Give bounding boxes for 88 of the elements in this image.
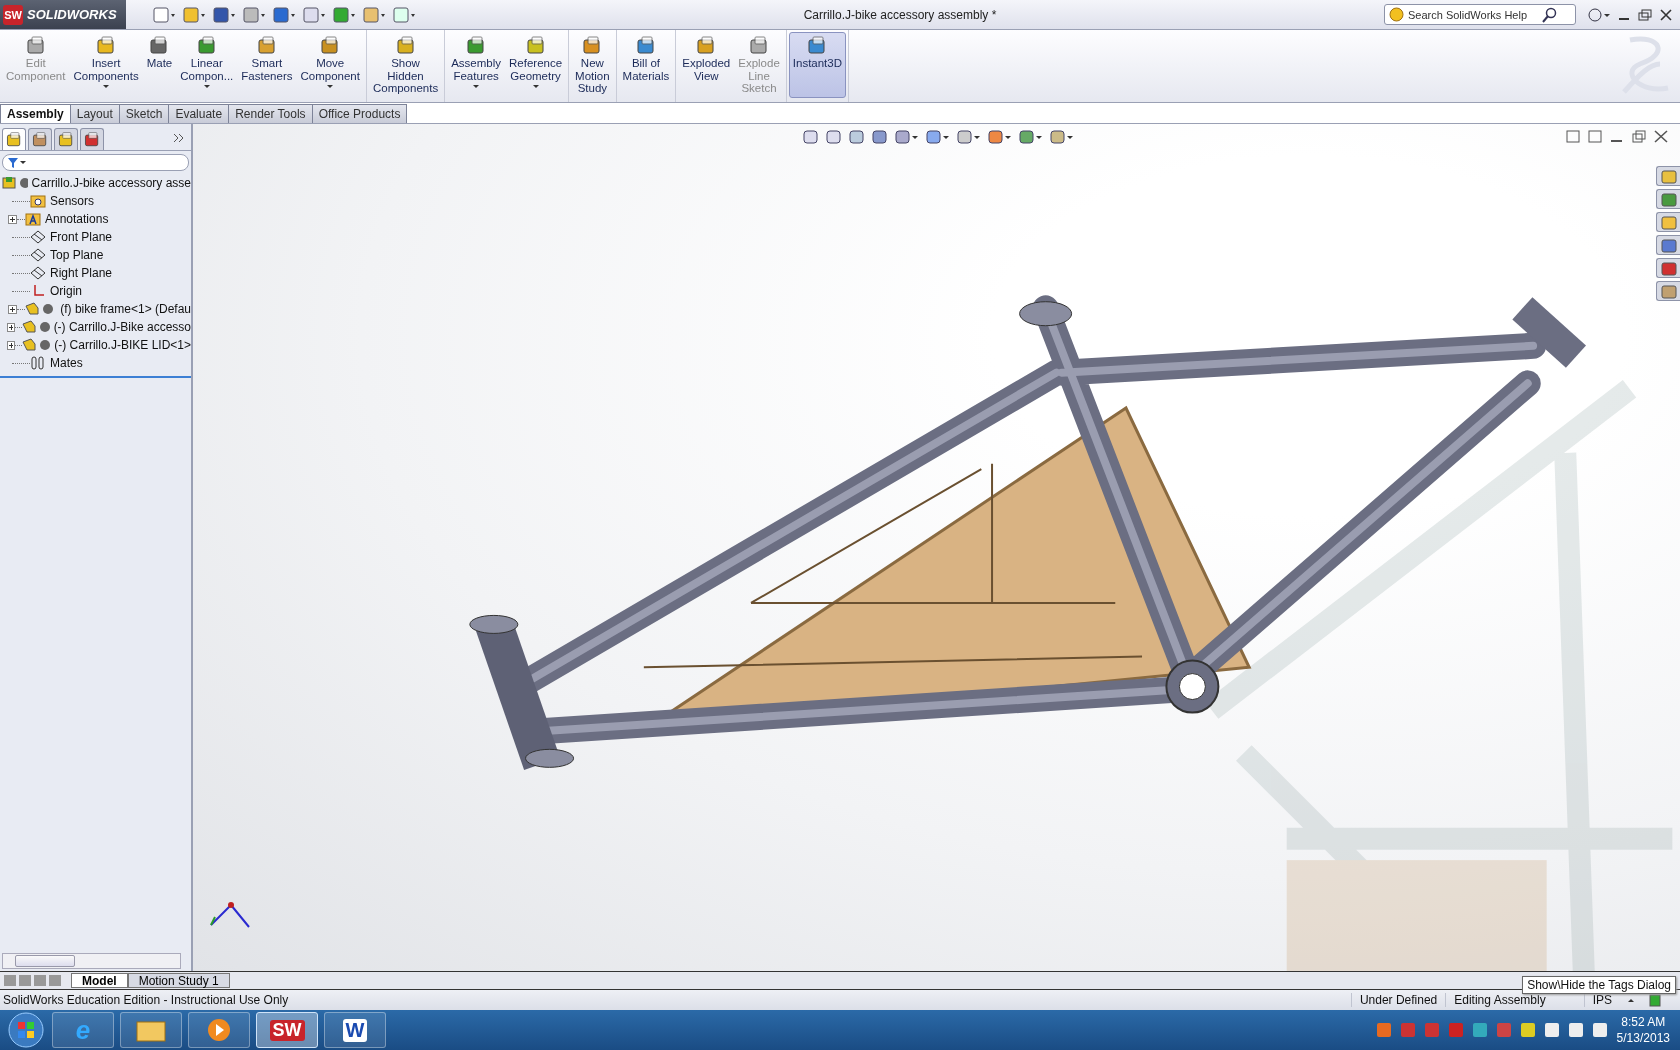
status-message: SolidWorks Education Edition - Instructional Use Only xyxy=(3,993,289,1007)
filter-icon[interactable] xyxy=(7,156,27,169)
panel-tab[interactable] xyxy=(2,128,26,150)
start-button-icon[interactable] xyxy=(6,1010,46,1050)
ribbon-button[interactable]: Bill of Materials xyxy=(618,32,674,98)
tree-item[interactable]: Mates xyxy=(50,356,83,370)
tree-item[interactable]: Top Plane xyxy=(50,248,104,262)
clock[interactable]: 8:52 AM 5/13/2013 xyxy=(1616,1014,1670,1046)
panel-tab[interactable] xyxy=(28,128,52,150)
ribbon-button[interactable]: New Motion Study xyxy=(571,32,614,98)
clock-date: 5/13/2013 xyxy=(1616,1030,1670,1046)
close-icon[interactable] xyxy=(1654,130,1668,143)
tray-icon[interactable] xyxy=(1566,1021,1585,1039)
ribbon-button[interactable]: Exploded View xyxy=(678,32,735,98)
model-tab[interactable]: Motion Study 1 xyxy=(127,973,230,988)
word-logo: W xyxy=(342,1018,368,1042)
logo-text: SOLIDWORKS xyxy=(27,7,117,22)
browser-logo: e xyxy=(74,1014,92,1046)
solidworks-logo: SW xyxy=(269,1019,305,1041)
expand-toggle[interactable] xyxy=(8,214,17,224)
status-state: Under Defined xyxy=(1350,993,1446,1007)
command-tab[interactable]: Office Products xyxy=(311,104,408,123)
taskbar-app[interactable]: W xyxy=(324,1012,386,1048)
expand-chevron-icon[interactable] xyxy=(173,132,185,144)
assembly-icon xyxy=(1,176,28,190)
panel-tab[interactable] xyxy=(80,128,104,150)
filter-field[interactable] xyxy=(2,154,189,171)
document-title: Carrillo.J-bike accessory assembly * xyxy=(802,7,998,22)
command-tab[interactable]: Evaluate xyxy=(168,104,230,123)
tree-item[interactable]: Origin xyxy=(50,284,82,298)
expand-toggle[interactable] xyxy=(6,322,15,332)
tree-item[interactable]: Front Plane xyxy=(50,230,113,244)
tree-item[interactable]: Sensors xyxy=(50,194,95,208)
expand-toggle[interactable] xyxy=(7,304,17,314)
ribbon-button[interactable]: Assembly Features xyxy=(447,32,505,98)
restore-icon[interactable] xyxy=(1638,8,1652,21)
tray-icon[interactable] xyxy=(1518,1021,1537,1039)
search-icon[interactable] xyxy=(1542,6,1558,23)
task-pane-tab[interactable] xyxy=(1656,235,1680,255)
ribbon-button[interactable]: Reference Geometry xyxy=(505,32,567,98)
part-icon xyxy=(21,320,50,334)
ribbon-button[interactable]: Mate xyxy=(142,32,177,98)
command-tab[interactable]: Layout xyxy=(69,104,120,123)
command-tab[interactable]: Assembly xyxy=(0,104,71,123)
plane-icon xyxy=(30,266,46,280)
panel-tab[interactable] xyxy=(54,128,78,150)
taskbar-app[interactable] xyxy=(120,1012,182,1048)
ribbon-button[interactable]: Instant3D xyxy=(788,32,847,98)
task-pane-tab[interactable] xyxy=(1656,166,1680,186)
taskbar-app[interactable]: SW xyxy=(256,1012,318,1048)
clock-time: 8:52 AM xyxy=(1621,1014,1666,1030)
restore-icon[interactable] xyxy=(1632,130,1646,143)
ribbon-button[interactable]: Show Hidden Components xyxy=(368,32,443,98)
plane-icon xyxy=(30,230,46,244)
horizontal-scrollbar[interactable] xyxy=(2,953,181,969)
search-box[interactable]: Search SolidWorks Help xyxy=(1384,4,1576,25)
ribbon-button[interactable]: Linear Compon... xyxy=(176,32,238,98)
task-pane-tab[interactable] xyxy=(1656,281,1680,301)
ribbon-button[interactable]: Smart Fasteners xyxy=(237,32,297,98)
tree-item[interactable]: Carrillo.J-bike accessory asse xyxy=(31,176,191,190)
ribbon-button[interactable]: Move Component xyxy=(296,32,364,98)
expand-toggle[interactable] xyxy=(7,340,16,350)
tray-icon[interactable] xyxy=(1542,1021,1561,1039)
tree-item[interactable]: (f) bike frame<1> (Defau xyxy=(60,302,191,316)
task-pane-tab[interactable] xyxy=(1656,258,1680,278)
task-pane-tab[interactable] xyxy=(1656,189,1680,209)
command-tab[interactable]: Sketch xyxy=(118,104,170,123)
ribbon-button[interactable]: Insert Components xyxy=(69,32,143,98)
tray-icon[interactable] xyxy=(1590,1021,1609,1039)
play-icon xyxy=(205,1016,233,1044)
taskbar-app[interactable] xyxy=(188,1012,250,1048)
command-tab[interactable]: Render Tools xyxy=(228,104,313,123)
tray-icon[interactable] xyxy=(1470,1021,1489,1039)
tile-right-icon[interactable] xyxy=(1588,130,1602,143)
close-icon[interactable] xyxy=(1660,8,1672,21)
mates-icon xyxy=(30,356,46,370)
model-tab[interactable]: Model xyxy=(71,973,128,988)
tile-left-icon[interactable] xyxy=(1566,130,1580,143)
part-icon xyxy=(22,338,51,352)
annotation-folder-icon xyxy=(25,212,41,226)
tree-item[interactable]: (-) Carrillo.J-Bike accesso xyxy=(53,320,191,334)
tree-item[interactable]: Right Plane xyxy=(50,266,113,280)
tree-item[interactable]: (-) Carrillo.J-BIKE LID<1> xyxy=(54,338,191,352)
plane-icon xyxy=(30,248,46,262)
task-pane-tab[interactable] xyxy=(1656,212,1680,232)
tree-item[interactable]: Annotations xyxy=(45,212,109,226)
tooltip: Show\Hide the Tags Dialog xyxy=(1522,976,1676,994)
logo-mark: SW xyxy=(3,4,23,25)
